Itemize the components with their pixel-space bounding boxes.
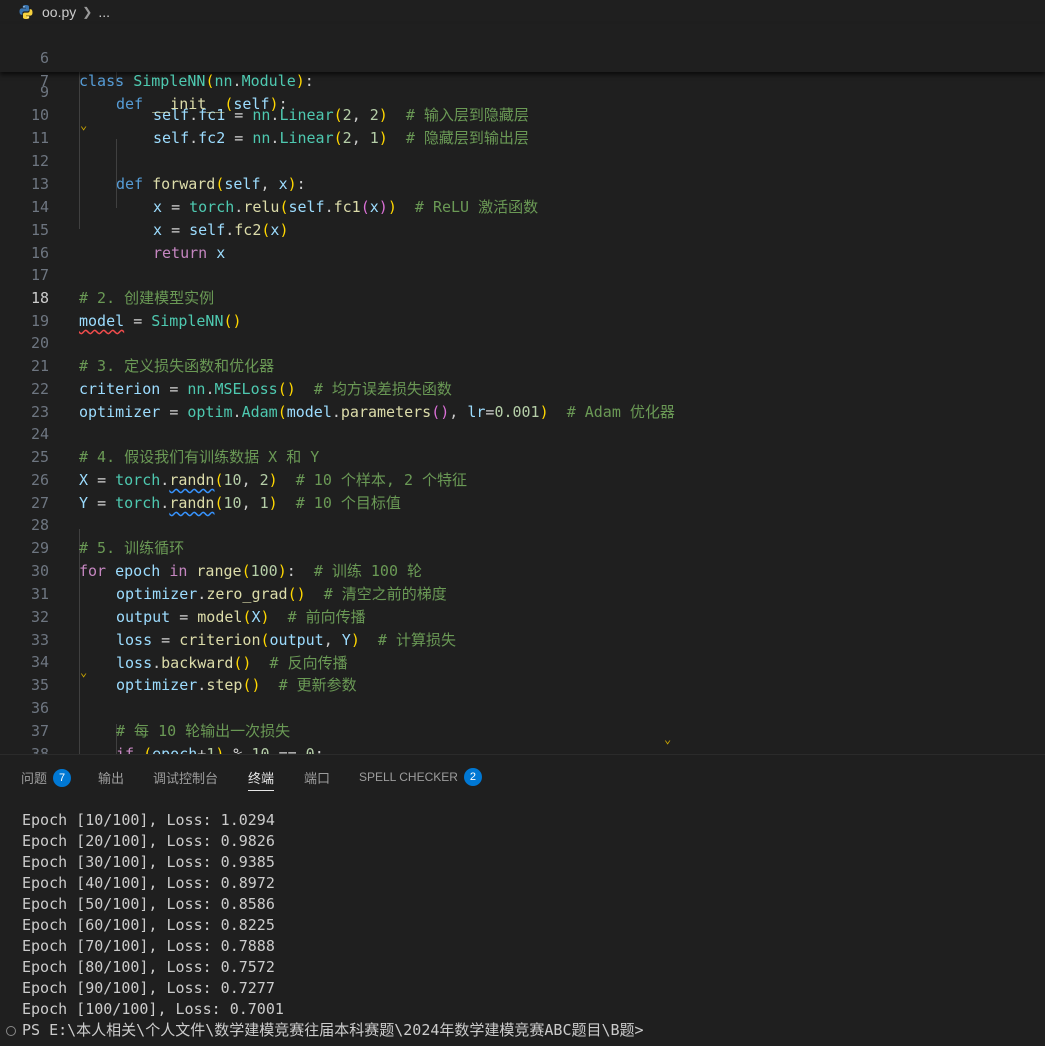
code-line: 19 <box>30 312 49 330</box>
code-line-active: 18 model = SimpleNN() <box>30 289 242 330</box>
warning-marker-icon: ⌄ <box>664 732 672 746</box>
code-line: 20 # 3. 定义损失函数和优化器 <box>30 334 275 375</box>
code-line: 14 x = self.fc2(x) <box>30 198 289 239</box>
terminal-output-line: Epoch [10/100], Loss: 1.0294 <box>22 811 275 829</box>
chevron-right-icon: ❯ <box>82 5 93 19</box>
breadcrumb-file[interactable]: oo.py <box>42 4 76 20</box>
terminal-output-line: Epoch [50/100], Loss: 0.8586 <box>22 895 275 913</box>
code-editor[interactable]: 9 self.fc1 = nn.Linear(2, 2) # 输入层到隐藏层 1… <box>0 24 1045 754</box>
spell-checker-count-badge: 2 <box>463 768 482 786</box>
code-line: 36 # 每 10 轮输出一次损失 <box>30 699 291 740</box>
terminal[interactable]: Epoch [10/100], Loss: 1.0294 Epoch [20/1… <box>0 810 1045 1046</box>
code-line: 23 <box>30 403 49 421</box>
tab-debug-console[interactable]: 调试控制台 <box>153 768 218 787</box>
code-line: 21 criterion = nn.MSELoss() # 均方误差损失函数 <box>30 357 452 398</box>
code-line: 15 return x <box>30 221 226 262</box>
terminal-output-line: Epoch [90/100], Loss: 0.7277 <box>22 979 275 997</box>
python-file-icon <box>19 5 33 19</box>
tab-output[interactable]: 输出 <box>98 768 124 787</box>
code-line: 22 optimizer = optim.Adam(model.paramete… <box>30 380 675 421</box>
code-line: 12 def forward(self, x): <box>30 152 306 193</box>
code-line: 29 for epoch in range(100): # 训练 100 轮 <box>30 539 423 580</box>
terminal-output-line: Epoch [60/100], Loss: 0.8225 <box>22 916 275 934</box>
code-line: 33 loss.backward() # 反向传播 <box>30 631 348 672</box>
code-line: 32 loss = criterion(output, Y) # 计算损失 <box>30 608 456 649</box>
terminal-output-line: Epoch [80/100], Loss: 0.7572 <box>22 958 275 976</box>
terminal-output-line: Epoch [30/100], Loss: 0.9385 <box>22 853 275 871</box>
tab-ports[interactable]: 端口 <box>304 768 330 787</box>
terminal-output-line: Epoch [100/100], Loss: 0.7001 <box>22 1000 284 1018</box>
code-line: 17 # 2. 创建模型实例 <box>30 266 215 307</box>
panel-tab-bar: 问题 7 输出 调试控制台 终端 端口 SPELL CHECKER 2 <box>0 754 1045 798</box>
terminal-output-line: Epoch [40/100], Loss: 0.8972 <box>22 874 275 892</box>
code-line: 26 Y = torch.randn(10, 1) # 10 个目标值 <box>30 471 401 512</box>
code-line: 35 <box>30 676 49 694</box>
code-line: 38 print(f'Epoch [{epoch+1}/100], Loss: … <box>30 745 49 754</box>
sticky-line[interactable]: 7 def __init__(self): <box>0 47 1045 113</box>
code-line: 13 x = torch.relu(self.fc1(x)) # ReLU 激活… <box>30 175 539 216</box>
code-line: 31 output = model(X) # 前向传播 <box>30 585 366 626</box>
code-line: 27 <box>30 494 49 512</box>
tab-spell-checker[interactable]: SPELL CHECKER 2 <box>359 768 482 786</box>
terminal-output-line: Epoch [70/100], Loss: 0.7888 <box>22 937 275 955</box>
code-line: 37 if (epoch+1) % 10 == 0: <box>30 722 324 754</box>
code-line: 25 X = torch.randn(10, 2) # 10 个样本, 2 个特… <box>30 448 468 489</box>
terminal-prompt[interactable]: PS E:\本人相关\个人文件\数学建模竞赛往届本科赛题\2024年数学建模竞赛… <box>22 1020 644 1041</box>
problems-count-badge: 7 <box>53 768 72 787</box>
command-decoration-icon[interactable] <box>6 1026 16 1036</box>
code-line: 24 # 4. 假设我们有训练数据 X 和 Y <box>30 425 320 466</box>
sticky-scroll-header[interactable]: 6 class SimpleNN(nn.Module): 7 def __ini… <box>0 24 1045 113</box>
code-line: 30 optimizer.zero_grad() # 清空之前的梯度 <box>30 562 447 603</box>
sticky-line[interactable]: 6 class SimpleNN(nn.Module): <box>0 24 1045 90</box>
code-line: 16 <box>30 244 49 262</box>
code-line: 34 optimizer.step() # 更新参数 <box>30 653 357 694</box>
tab-terminal[interactable]: 终端 <box>248 768 275 791</box>
breadcrumb: oo.py ❯ ... <box>0 0 1045 24</box>
terminal-output-line: Epoch [20/100], Loss: 0.9826 <box>22 832 275 850</box>
tab-problems[interactable]: 问题 7 <box>21 768 72 787</box>
breadcrumb-more[interactable]: ... <box>98 4 110 20</box>
code-line: 28 # 5. 训练循环 <box>30 516 185 557</box>
